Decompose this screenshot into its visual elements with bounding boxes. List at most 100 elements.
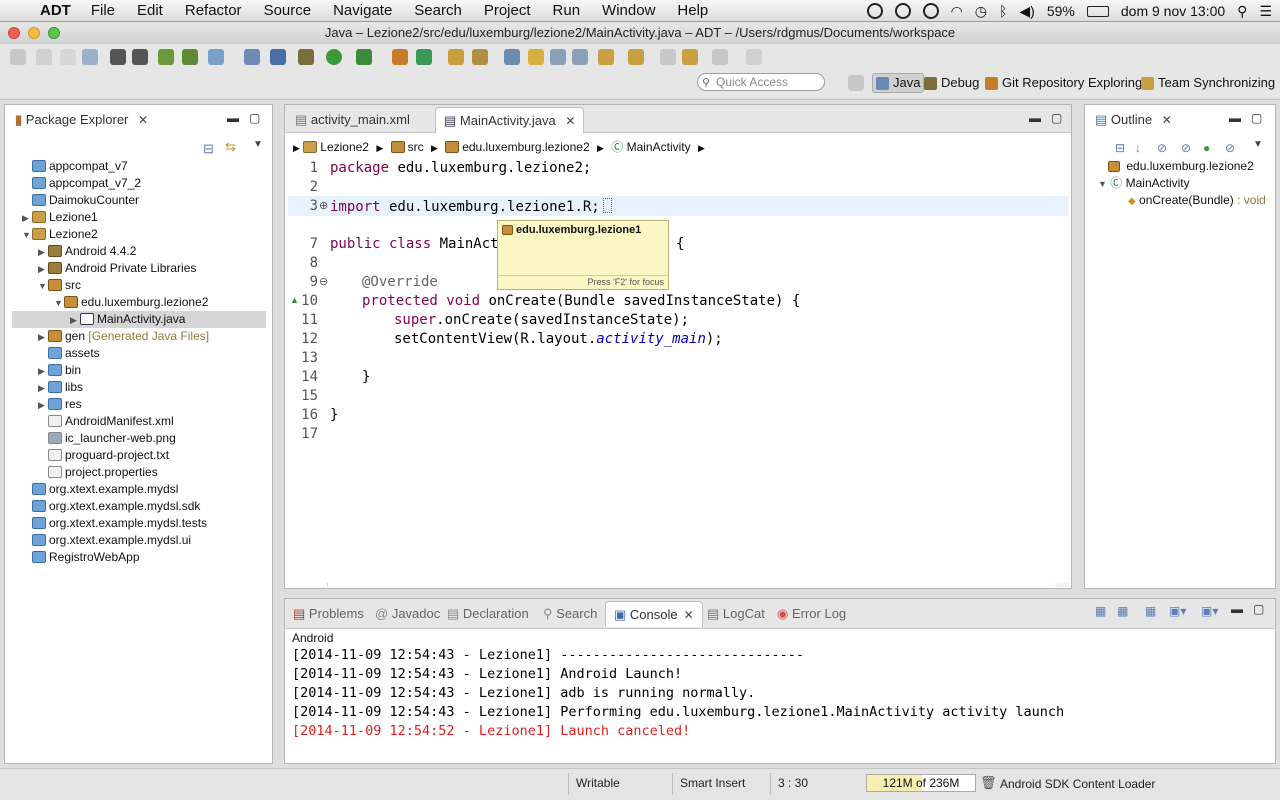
- tree-item-androidmanifest[interactable]: AndroidManifest.xml: [38, 413, 174, 430]
- new-android-project-icon[interactable]: [244, 49, 260, 65]
- minimize-view-icon[interactable]: ▬: [1229, 111, 1241, 125]
- download-icon[interactable]: [132, 49, 148, 65]
- volume-icon[interactable]: ◀): [1019, 3, 1034, 20]
- tab-logcat[interactable]: ▤ LogCat: [699, 601, 773, 627]
- outline-item-oncreate[interactable]: ◆ onCreate(Bundle) : void: [1128, 192, 1268, 209]
- sort-icon[interactable]: ↓: [1135, 141, 1141, 155]
- expand-arrow-icon[interactable]: ▶: [38, 244, 48, 261]
- collapse-arrow-icon[interactable]: ▼: [54, 295, 64, 312]
- breadcrumb-arrow-icon[interactable]: ▶: [698, 143, 705, 153]
- code-editor[interactable]: 1 2 3 7 6 8 9 10 11 12 13 14 15 16 17 ⊕ …: [288, 158, 1068, 583]
- tree-item-package-lezione2[interactable]: ▼ edu.luxemburg.lezione2: [54, 294, 208, 311]
- menu-project[interactable]: Project: [484, 2, 531, 19]
- hide-fields-icon[interactable]: ⊘: [1157, 141, 1167, 155]
- hover-tooltip[interactable]: edu.luxemburg.lezione1 Press 'F2' for fo…: [497, 220, 669, 290]
- last-edit-location-icon[interactable]: [660, 49, 676, 65]
- tree-item-assets[interactable]: assets: [38, 345, 100, 362]
- menu-source[interactable]: Source: [264, 2, 312, 19]
- expand-arrow-icon[interactable]: ▶: [38, 261, 48, 278]
- tab-problems[interactable]: ▤ Problems: [285, 601, 372, 627]
- wifi-icon[interactable]: ◠: [951, 3, 963, 20]
- maximize-view-icon[interactable]: ▢: [1251, 111, 1262, 125]
- tree-item-libs[interactable]: ▶ libs: [38, 379, 83, 396]
- view-menu-icon[interactable]: ▼: [253, 139, 263, 150]
- collapse-arrow-icon[interactable]: ▼: [1098, 179, 1107, 189]
- minimize-window-button[interactable]: [28, 27, 40, 39]
- maximize-view-icon[interactable]: ▢: [1253, 602, 1264, 616]
- skip-breakpoints-icon[interactable]: [270, 49, 286, 65]
- breadcrumb-project[interactable]: Lezione2: [320, 140, 369, 154]
- spotlight-icon[interactable]: ⚲: [1237, 3, 1247, 20]
- block-selection-icon[interactable]: [550, 49, 566, 65]
- expand-arrow-icon[interactable]: ▶: [22, 210, 32, 227]
- link-with-editor-icon[interactable]: ⇆: [225, 139, 236, 155]
- print-icon[interactable]: [82, 49, 98, 65]
- tab-javadoc[interactable]: @ Javadoc: [367, 601, 448, 627]
- run-external-icon[interactable]: [356, 49, 372, 65]
- minimize-view-icon[interactable]: ▬: [1231, 602, 1243, 616]
- pin-console-icon[interactable]: ▦: [1145, 604, 1156, 618]
- perspective-team-sync[interactable]: Team Synchronizing: [1141, 73, 1275, 93]
- minimize-view-icon[interactable]: ▬: [1029, 111, 1041, 125]
- tree-item-lezione1[interactable]: ▶ Lezione1: [22, 209, 98, 226]
- expand-arrow-icon[interactable]: ▶: [38, 397, 48, 414]
- close-window-button[interactable]: [8, 27, 20, 39]
- breadcrumb-arrow-icon[interactable]: ▶: [431, 143, 438, 153]
- hide-local-types-icon[interactable]: ⊘: [1225, 141, 1235, 155]
- expand-arrow-icon[interactable]: ▶: [38, 329, 48, 346]
- tree-item-android-private-libraries[interactable]: ▶ Android Private Libraries: [38, 260, 196, 277]
- menu-refactor[interactable]: Refactor: [185, 2, 242, 19]
- forward-icon[interactable]: [712, 49, 728, 65]
- avd-manager-icon[interactable]: [182, 49, 198, 65]
- tab-package-explorer[interactable]: ▮ Package Explorer ✕: [7, 107, 156, 133]
- maximize-view-icon[interactable]: ▢: [1051, 111, 1062, 125]
- tab-outline[interactable]: ▤ Outline ✕: [1087, 107, 1180, 133]
- tab-activity-main-xml[interactable]: ▤ activity_main.xml: [287, 107, 418, 133]
- time-machine-icon[interactable]: ◷: [975, 3, 987, 20]
- breadcrumb-class[interactable]: MainActivity: [627, 140, 691, 154]
- fold-expand-icon[interactable]: ⊕: [319, 199, 328, 212]
- collapse-all-icon[interactable]: ⊟: [203, 141, 214, 157]
- new-class-icon[interactable]: [416, 49, 432, 65]
- battery-percent[interactable]: 59%: [1047, 3, 1075, 19]
- tab-error-log[interactable]: ◉ Error Log: [769, 601, 854, 627]
- menu-help[interactable]: Help: [677, 2, 708, 19]
- tab-declaration[interactable]: ▤ Declaration: [439, 601, 537, 627]
- outline-item-class[interactable]: ▼ Ⓒ MainActivity: [1098, 175, 1190, 192]
- outline-item-package[interactable]: edu.luxemburg.lezione2: [1108, 158, 1254, 175]
- collapse-arrow-icon[interactable]: ▼: [22, 227, 32, 244]
- breadcrumb-arrow-icon[interactable]: ▶: [597, 143, 604, 153]
- tree-item-registrowebapp[interactable]: RegistroWebApp: [22, 549, 140, 566]
- view-menu-icon[interactable]: ▼: [1253, 139, 1263, 150]
- next-annotation-icon[interactable]: [598, 49, 614, 65]
- garbage-collect-icon[interactable]: 🗑: [980, 775, 997, 791]
- tree-item-gen[interactable]: ▶ gen [Generated Java Files]: [38, 328, 209, 345]
- perspective-java[interactable]: Java: [872, 73, 925, 93]
- tree-item-mydsl-sdk[interactable]: org.xtext.example.mydsl.sdk: [22, 498, 200, 515]
- expand-arrow-icon[interactable]: ▶: [70, 312, 80, 329]
- pin-editor-icon[interactable]: [746, 49, 762, 65]
- upload-icon[interactable]: [110, 49, 126, 65]
- tree-item-res[interactable]: ▶ res: [38, 396, 82, 413]
- tree-item-ic-launcher-web[interactable]: ic_launcher-web.png: [38, 430, 176, 447]
- expand-arrow-icon[interactable]: ▶: [38, 363, 48, 380]
- menu-search[interactable]: Search: [414, 2, 462, 19]
- tree-item-appcompat-v7-2[interactable]: appcompat_v7_2: [22, 175, 141, 192]
- tree-item-daimokucounter[interactable]: DaimokuCounter: [22, 192, 139, 209]
- menu-navigate[interactable]: Navigate: [333, 2, 392, 19]
- tree-item-mydsl[interactable]: org.xtext.example.mydsl: [22, 481, 178, 498]
- battery-icon[interactable]: [1086, 5, 1109, 17]
- bluetooth-icon[interactable]: ᛒ: [999, 3, 1007, 19]
- tree-item-proguard[interactable]: proguard-project.txt: [38, 447, 169, 464]
- zoom-window-button[interactable]: [48, 27, 60, 39]
- close-icon[interactable]: ✕: [684, 608, 694, 622]
- previous-annotation-icon[interactable]: [628, 49, 644, 65]
- toggle-mark-occurrences-icon[interactable]: [504, 49, 520, 65]
- tab-mainactivity-java[interactable]: ▤ MainActivity.java ✕: [435, 107, 585, 133]
- close-icon[interactable]: ✕: [1162, 113, 1172, 127]
- evernote-icon[interactable]: [894, 3, 911, 19]
- new-icon[interactable]: [10, 49, 26, 65]
- open-perspective-icon[interactable]: [848, 75, 864, 91]
- menu-run[interactable]: Run: [553, 2, 581, 19]
- back-icon[interactable]: [682, 49, 698, 65]
